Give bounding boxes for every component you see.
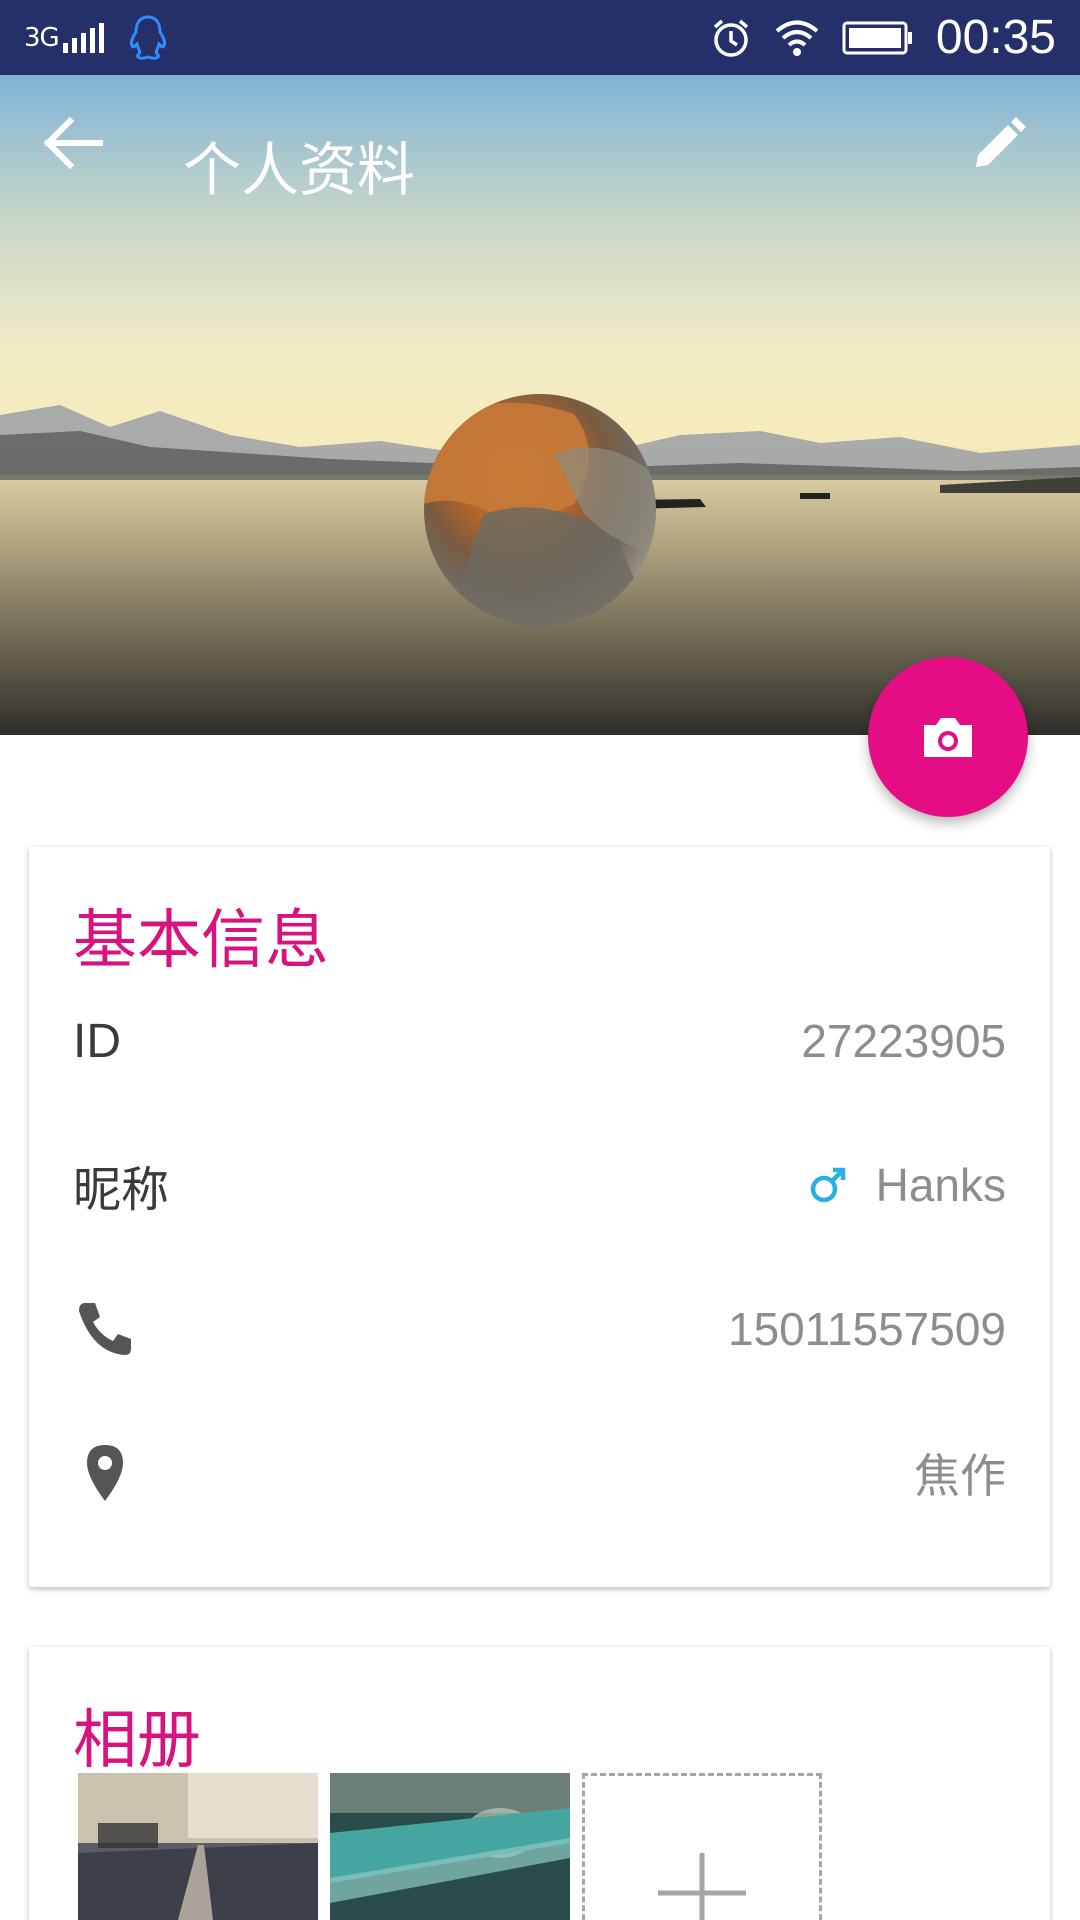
- edit-button[interactable]: [970, 115, 1050, 195]
- basic-info-card: 基本信息 ID 27223905 昵称 Hanks 15011557509 焦作: [29, 847, 1050, 1587]
- info-row-id[interactable]: ID 27223905: [73, 991, 1006, 1091]
- id-label: ID: [73, 1014, 121, 1068]
- album-photo-2[interactable]: [330, 1773, 570, 1920]
- id-value: 27223905: [801, 1015, 1006, 1067]
- alarm-icon: [713, 19, 749, 57]
- basic-info-title: 基本信息: [73, 904, 329, 978]
- phone-value: 15011557509: [728, 1303, 1006, 1355]
- battery-icon: [842, 21, 912, 54]
- nickname-value-group: Hanks: [808, 1158, 1006, 1212]
- plus-icon: [658, 1853, 746, 1920]
- network-indicator: 3G: [24, 22, 104, 53]
- album-title: 相册: [73, 1704, 201, 1778]
- album-photo-rail: [330, 1773, 570, 1920]
- info-row-phone[interactable]: 15011557509: [73, 1279, 1006, 1379]
- signal-icon: [62, 22, 104, 53]
- phone-icon: [79, 1303, 131, 1355]
- album-photo-street: [78, 1773, 318, 1920]
- info-row-nickname[interactable]: 昵称 Hanks: [73, 1135, 1006, 1235]
- avatar-photo: [424, 402, 656, 626]
- qq-icon: [129, 14, 166, 60]
- info-row-location[interactable]: 焦作: [73, 1423, 1006, 1523]
- status-right: 00:35: [710, 10, 1056, 65]
- add-photo-button[interactable]: [582, 1773, 822, 1920]
- profile-cover-image: 个人资料: [0, 75, 1080, 735]
- camera-icon: [924, 718, 972, 757]
- wifi-icon: [775, 20, 819, 56]
- clock: 00:35: [935, 11, 1056, 64]
- album-photo-1[interactable]: [78, 1773, 318, 1920]
- network-label: 3G: [24, 22, 60, 53]
- status-bar: 3G 00:35: [0, 0, 1080, 75]
- location-value: 焦作: [914, 1450, 1006, 1502]
- arrow-left-icon: [43, 116, 103, 170]
- avatar[interactable]: [424, 394, 656, 626]
- nickname-value: Hanks: [875, 1159, 1006, 1211]
- change-cover-button[interactable]: [868, 657, 1028, 817]
- pencil-icon: [976, 117, 1026, 167]
- page-title: 个人资料: [183, 136, 416, 204]
- back-button[interactable]: [40, 115, 130, 195]
- male-icon: [810, 1167, 845, 1203]
- status-left: 3G: [24, 14, 170, 62]
- nickname-label: 昵称: [73, 1164, 170, 1217]
- location-pin-icon: [87, 1445, 123, 1501]
